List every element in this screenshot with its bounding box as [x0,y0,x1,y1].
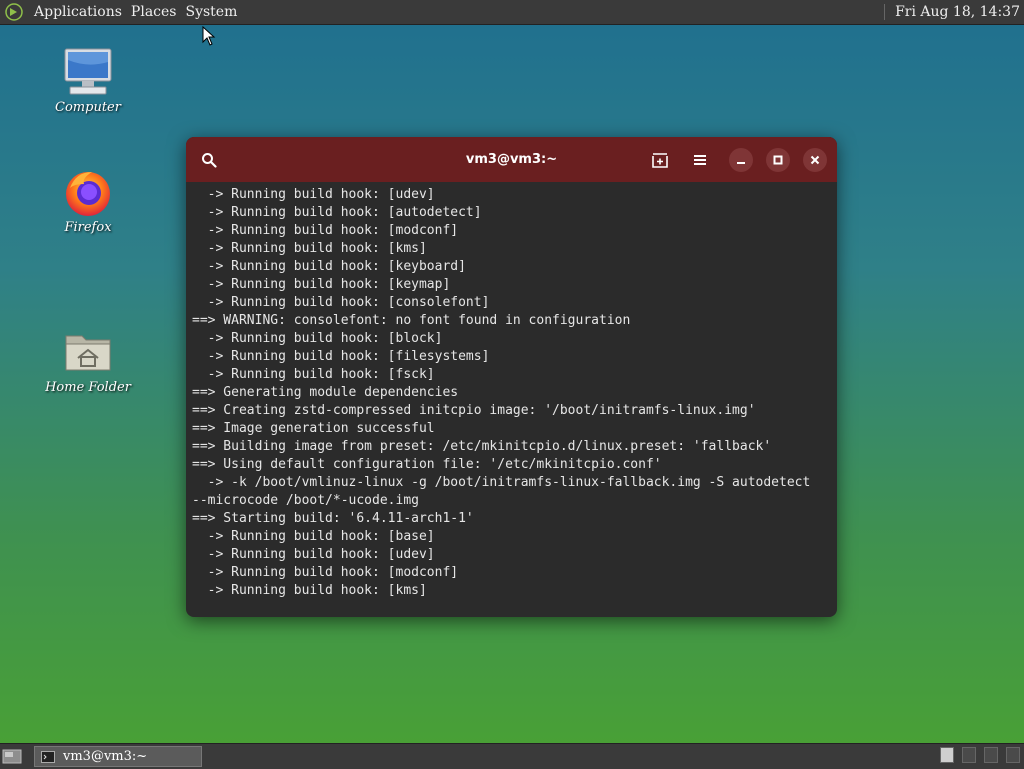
new-tab-button[interactable] [647,147,673,173]
firefox-icon [62,166,114,218]
terminal-line: ==> Generating module dependencies [192,385,459,400]
terminal-line: ==> Creating zstd-compressed initcpio im… [192,403,756,418]
terminal-output[interactable]: -> Running build hook: [udev] -> Running… [192,186,833,617]
terminal-line: -> Running build hook: [autodetect] [192,205,482,220]
desktop-icon-label: Firefox [64,220,112,235]
terminal-line: -> Running build hook: [filesystems] [192,349,490,364]
terminal-line: -> Running build hook: [block] [192,331,443,346]
top-menu-bar: Applications Places System [4,0,244,24]
clock-area: Fri Aug 18, 14:37 [884,0,1024,24]
search-button[interactable] [196,147,222,173]
desktop-icon-computer[interactable]: Computer [33,46,143,115]
menu-places[interactable]: Places [129,4,184,20]
clock[interactable]: Fri Aug 18, 14:37 [895,4,1024,20]
terminal-line: -> Running build hook: [modconf] [192,565,459,580]
mouse-cursor-icon [202,25,216,50]
terminal-line: -> Running build hook: [consolefont] [192,295,490,310]
bottom-panel: vm3@vm3:~ [0,743,1024,769]
maximize-button[interactable] [766,148,790,172]
new-tab-icon [652,153,668,168]
maximize-icon [773,155,783,165]
window-titlebar[interactable]: vm3@vm3:~ [186,137,837,182]
terminal-line: -> Running build hook: [fsck] [192,367,435,382]
workspace-3[interactable] [984,747,998,763]
close-icon [810,155,820,165]
workspace-1[interactable] [940,747,954,763]
terminal-window[interactable]: vm3@vm3:~ -> Running build hook: [udev] … [186,137,837,617]
show-desktop-icon [2,749,22,764]
terminal-line: ==> Using default configuration file: '/… [192,457,662,472]
desktop-icon-label: Computer [55,100,121,115]
menu-system[interactable]: System [183,4,244,20]
desktop-icon-firefox[interactable]: Firefox [33,166,143,235]
panel-separator [884,4,886,20]
terminal-line: ==> WARNING: consolefont: no font found … [192,313,631,328]
minimize-icon [737,162,745,164]
menu-button[interactable] [687,147,713,173]
terminal-line: -> Running build hook: [keyboard] [192,259,466,274]
close-button[interactable] [803,148,827,172]
terminal-line: -> -k /boot/vmlinuz-linux -g /boot/initr… [192,475,811,490]
terminal-line: -> Running build hook: [udev] [192,547,435,562]
terminal-icon [41,750,55,763]
terminal-line: -> Running build hook: [keymap] [192,277,451,292]
computer-icon [62,46,114,98]
terminal-line: -> Running build hook: [base] [192,529,435,544]
hamburger-icon [694,155,706,165]
workspace-2[interactable] [962,747,976,763]
menu-applications[interactable]: Applications [32,4,129,20]
home-folder-icon [62,326,114,378]
desktop-icon-home-folder[interactable]: Home Folder [33,326,143,395]
desktop-icon-label: Home Folder [45,380,131,395]
terminal-line: -> Running build hook: [kms] [192,583,427,598]
minimize-button[interactable] [729,148,753,172]
taskbar-item-terminal[interactable]: vm3@vm3:~ [34,746,202,767]
terminal-line: ==> Building image from preset: /etc/mki… [192,439,772,454]
distro-logo-icon[interactable] [4,2,24,22]
search-icon [202,153,217,168]
terminal-line: -> Running build hook: [kms] [192,241,427,256]
show-desktop-button[interactable] [2,747,22,765]
terminal-line: ==> Image generation successful [192,421,435,436]
terminal-line: -> Running build hook: [modconf] [192,223,459,238]
workspace-4[interactable] [1006,747,1020,763]
taskbar-item-label: vm3@vm3:~ [63,749,148,764]
top-panel: Applications Places System Fri Aug 18, 1… [0,0,1024,25]
terminal-line: --microcode /boot/*-ucode.img [192,493,419,508]
terminal-line: ==> Starting build: '6.4.11-arch1-1' [192,511,474,526]
terminal-line: -> Running build hook: [udev] [192,187,435,202]
